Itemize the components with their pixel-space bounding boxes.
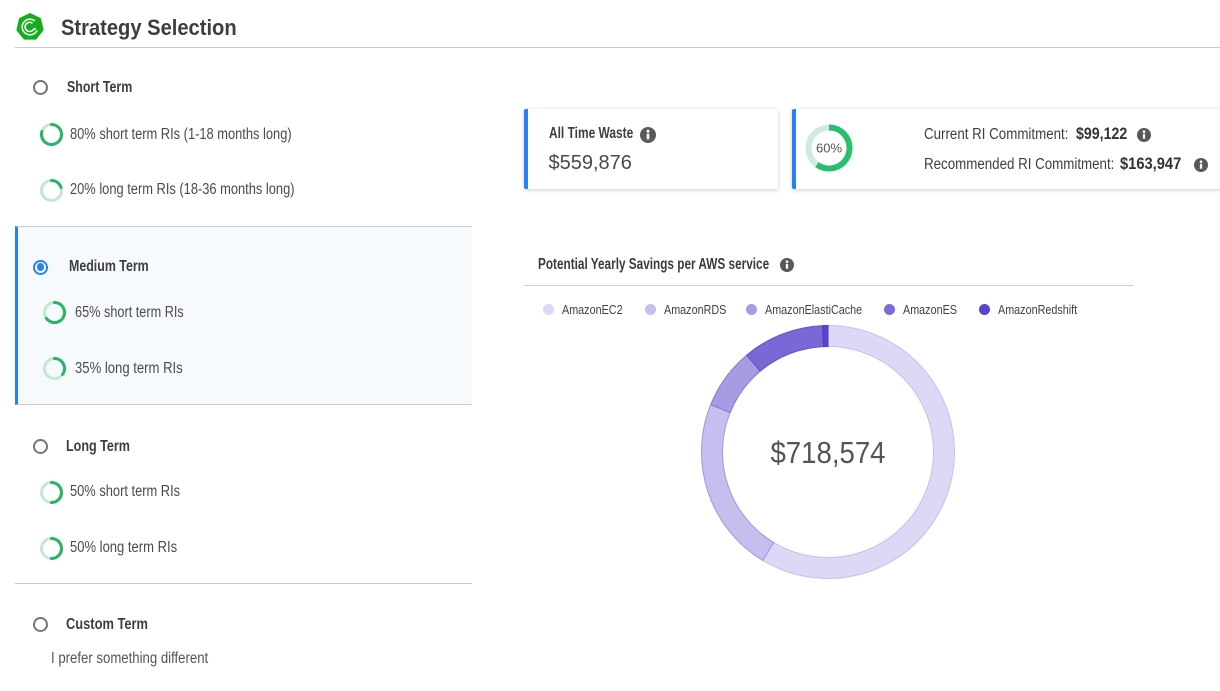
svg-text:60%: 60% [816, 140, 842, 155]
